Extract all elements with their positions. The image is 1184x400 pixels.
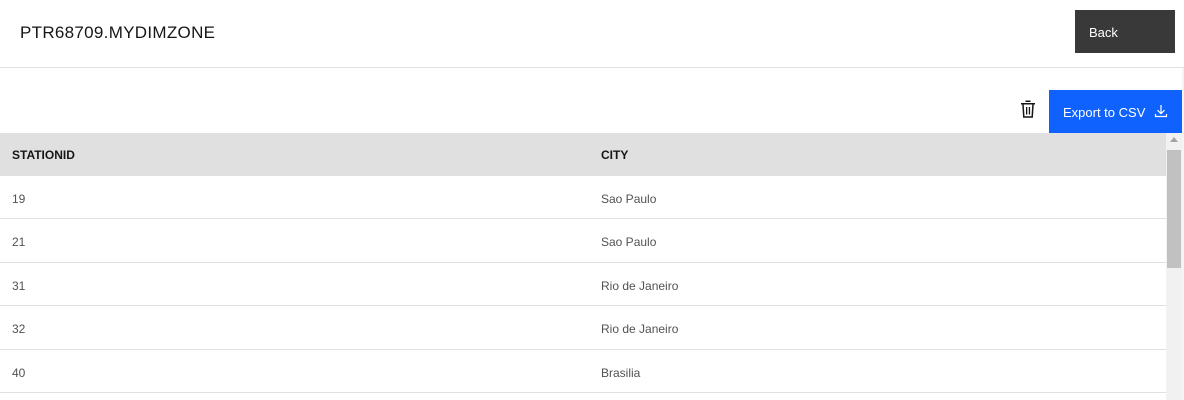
stationid-cell: 32 (12, 322, 26, 337)
column-header-stationid[interactable]: STATIONID (12, 148, 75, 162)
city-cell: Sao Paulo (601, 235, 657, 250)
city-cell: Brasilia (601, 365, 641, 380)
stationid-cell: 31 (12, 278, 26, 293)
scroll-up-arrow[interactable] (1170, 137, 1178, 142)
table-scrollbar[interactable] (1166, 133, 1182, 400)
delete-button[interactable] (1013, 90, 1043, 133)
page-header: PTR68709.MYDIMZONE Back (0, 0, 1184, 68)
city-cell: Sao Paulo (601, 192, 657, 206)
column-header-city[interactable]: CITY (601, 148, 628, 162)
export-csv-label: Export to CSV (1063, 105, 1146, 120)
stationid-cell: 40 (12, 365, 26, 380)
scroll-thumb[interactable] (1167, 150, 1181, 268)
trash-icon (1020, 100, 1036, 123)
city-cell: Rio de Janeiro (601, 278, 679, 293)
page-title: PTR68709.MYDIMZONE (20, 23, 216, 42)
data-table: STATIONID CITY 19 Sao Paulo 21 Sao Paulo… (0, 133, 1166, 400)
table-header: STATIONID CITY (0, 133, 1166, 176)
stationid-cell: 21 (12, 235, 26, 250)
city-cell: Rio de Janeiro (601, 322, 679, 337)
table-row[interactable]: 21 Sao Paulo (0, 219, 1166, 263)
table-toolbar: Export to CSV (0, 90, 1182, 133)
back-button[interactable]: Back (1075, 10, 1175, 53)
export-csv-button[interactable]: Export to CSV (1049, 90, 1182, 133)
download-icon (1154, 104, 1168, 121)
stationid-cell: 19 (12, 192, 26, 206)
table-row[interactable]: 31 Rio de Janeiro (0, 262, 1166, 307)
table-row[interactable]: 32 Rio de Janeiro (0, 306, 1166, 350)
table-row[interactable]: 19 Sao Paulo (0, 176, 1166, 220)
table-row[interactable]: 40 Brasilia (0, 349, 1166, 393)
